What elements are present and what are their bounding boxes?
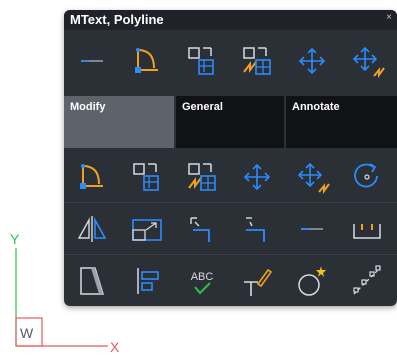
copy-snap-icon [187,163,216,191]
copy-snap-tool-button[interactable] [229,36,284,86]
line-tool-button[interactable] [284,204,339,254]
tab-label: General [182,101,223,113]
ucs-icon: Y X W [10,231,120,355]
extend-icon [245,217,265,242]
ucs-w-label: W [20,325,34,341]
polyline-icon [79,164,103,189]
align-icon [136,268,159,294]
explode-tool-button[interactable] [284,256,339,306]
copy-tool-button[interactable] [119,152,174,202]
polyline-tool-button[interactable] [119,36,174,86]
text-edit-tool-button[interactable] [229,256,284,306]
move-icon [298,47,325,75]
polyline-tool-button[interactable] [64,152,119,202]
move-snap-icon [352,46,385,79]
text-edit-icon [243,268,272,296]
ucs-x-label: X [110,339,120,355]
rotate-tool-button[interactable] [339,152,394,202]
abc-text: ABC [190,271,213,283]
move-snap-tool-button[interactable] [284,152,339,202]
trim-icon [189,217,210,242]
tab-modify[interactable]: Modify [64,96,174,148]
panel-titlebar: MText, Polyline × [64,10,397,30]
copy-tool-button[interactable] [174,36,229,86]
copy-snap-tool-button[interactable] [174,152,229,202]
panel-tabs: Modify General Annotate [64,96,397,148]
break-icon [352,265,381,295]
break-tool-button[interactable] [339,256,394,306]
copy-icon [187,47,214,75]
spell-check-icon: ABC [190,271,213,295]
panel-title: MText, Polyline [70,12,164,27]
close-icon[interactable]: × [383,12,395,24]
move-tool-button[interactable] [229,152,284,202]
move-snap-icon [297,162,330,195]
explode-icon [297,266,326,296]
tab-general[interactable]: General [176,96,284,148]
move-icon [243,163,270,191]
stretch-icon [352,224,381,239]
move-tool-button[interactable] [284,36,339,86]
top-tool-row [64,30,397,92]
polyline-icon [134,48,158,73]
ucs-y-label: Y [10,231,20,247]
stretch-tool-button[interactable] [339,204,394,254]
spell-check-tool-button[interactable]: ABC [174,256,229,306]
extend-tool-button[interactable] [229,204,284,254]
line-icon [80,60,103,62]
copy-snap-icon [242,47,271,75]
tab-annotate[interactable]: Annotate [286,96,397,148]
copy-icon [132,163,159,191]
line-tool-button[interactable] [64,36,119,86]
trim-tool-button[interactable] [174,204,229,254]
tab-label: Modify [70,101,106,113]
line-icon [300,228,323,230]
tab-label: Annotate [292,101,340,113]
scale-icon [131,219,162,241]
move-snap-tool-button[interactable] [339,36,394,86]
rotate-icon [353,163,378,188]
